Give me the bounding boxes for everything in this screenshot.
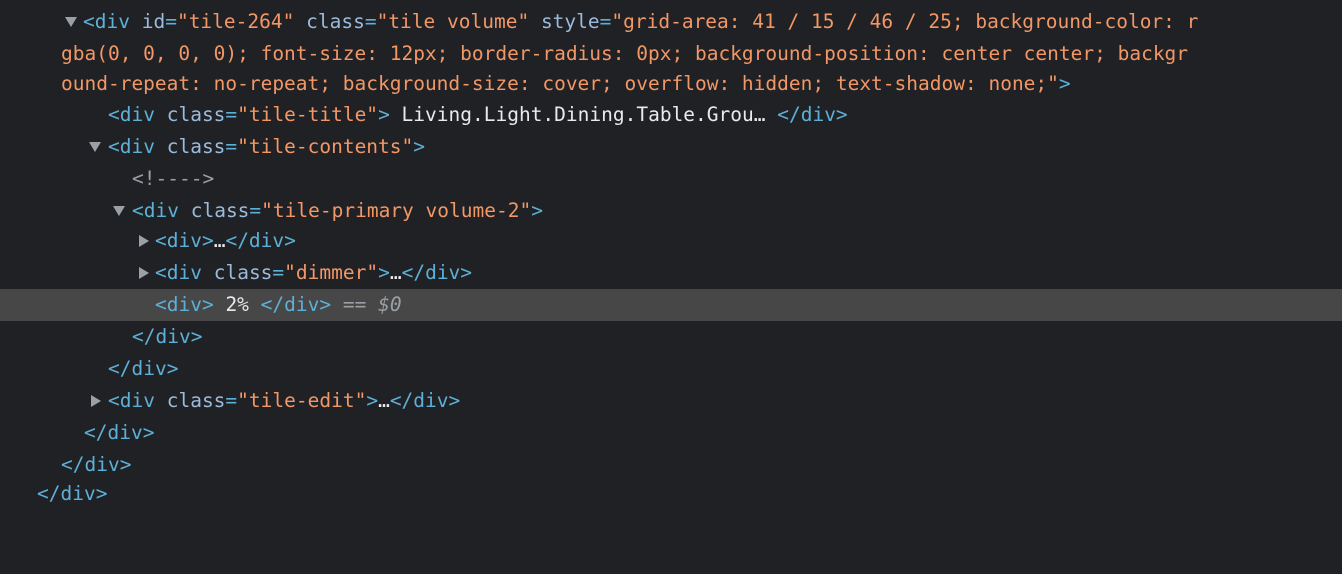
tree-node-selected[interactable]: <div> 2% </div> == $0 <box>0 289 1342 321</box>
attr-name-id: id <box>141 10 166 33</box>
closing-tag: </div> <box>389 389 461 412</box>
attr-value-class[interactable]: "dimmer" <box>284 261 378 284</box>
tag-open: <div <box>108 135 155 158</box>
attr-value-class[interactable]: "tile-primary volume-2" <box>261 199 531 222</box>
tree-node-close-tile-primary[interactable]: </div> <box>0 321 1342 353</box>
attr-value-class[interactable]: "tile-edit" <box>237 389 366 412</box>
tag-close-bracket: > <box>531 199 543 222</box>
closing-tag: </div> <box>132 325 203 348</box>
tag-open: <div <box>83 10 130 33</box>
attr-name-class: class <box>213 261 273 284</box>
tag-open: <div> <box>155 229 214 252</box>
tag-close-bracket: > <box>366 389 379 412</box>
closing-tag: </div> <box>84 421 155 444</box>
node-text[interactable]: Living.Light.Dining.Table.Grou… <box>390 103 777 126</box>
ellipsis[interactable]: … <box>390 261 402 284</box>
tree-node-tile-title[interactable]: <div class="tile-title"> Living.Light.Di… <box>0 99 1342 131</box>
tree-node-tile-contents[interactable]: <div class="tile-contents"> <box>0 131 1342 163</box>
tree-node-tile-edit[interactable]: <div class="tile-edit">…</div> <box>0 385 1342 417</box>
attr-value-class[interactable]: "tile-contents" <box>237 135 413 158</box>
tree-node-dimmer[interactable]: <div class="dimmer">…</div> <box>0 257 1342 289</box>
attr-name-class: class <box>166 389 226 412</box>
expand-triangle-icon[interactable] <box>113 206 125 216</box>
tree-node-close-partial[interactable]: </div> <box>0 478 1342 510</box>
tree-node-close-tile-contents[interactable]: </div> <box>0 353 1342 385</box>
ellipsis[interactable]: … <box>378 389 390 412</box>
tree-node-collapsed-div[interactable]: <div>…</div> <box>0 225 1342 257</box>
tag-open: <div <box>155 261 202 284</box>
attr-name-class: class <box>306 10 365 33</box>
elements-tree: <div id="tile-264" class="tile volume" s… <box>0 0 1342 505</box>
tag-close-bracket: > <box>413 135 426 158</box>
collapse-triangle-icon[interactable] <box>139 267 149 279</box>
collapse-triangle-icon[interactable] <box>139 235 149 247</box>
tag-open: <div> <box>155 293 214 316</box>
collapse-triangle-icon[interactable] <box>91 395 101 407</box>
tag-open: <div <box>108 103 155 126</box>
attr-name-class: class <box>166 135 226 158</box>
closing-tag: </div> <box>260 293 332 316</box>
attr-value-class[interactable]: "tile-title" <box>237 103 378 126</box>
tag-close-bracket: > <box>1058 72 1071 95</box>
closing-tag: </div> <box>108 357 179 380</box>
tag-open: <div <box>132 199 179 222</box>
attr-value-style-part1[interactable]: "grid-area: 41 / 15 / 46 / 25; backgroun… <box>611 10 1198 33</box>
attr-value-style-part2[interactable]: gba(0, 0, 0, 0); font-size: 12px; border… <box>61 42 1188 65</box>
attr-value-id[interactable]: "tile-264" <box>177 10 294 33</box>
selected-equals: == <box>331 293 379 316</box>
style-value-wrap-line: gba(0, 0, 0, 0); font-size: 12px; border… <box>0 38 1342 70</box>
tree-node-tile-primary[interactable]: <div class="tile-primary volume-2"> <box>0 195 1342 227</box>
html-comment: <!----> <box>132 167 215 190</box>
closing-tag: </div> <box>37 482 108 505</box>
expand-triangle-icon[interactable] <box>65 17 77 27</box>
closing-tag: </div> <box>61 453 132 476</box>
expand-triangle-icon[interactable] <box>89 142 101 152</box>
attr-value-style-part3[interactable]: ound-repeat: no-repeat; background-size:… <box>61 72 1059 95</box>
ellipsis[interactable]: … <box>214 229 226 252</box>
closing-tag: </div> <box>777 103 848 126</box>
console-ref: $0 <box>378 293 402 316</box>
node-text[interactable]: 2% <box>214 293 261 316</box>
tree-node-comment[interactable]: <!----> <box>0 163 1342 195</box>
tag-open: <div <box>108 389 155 412</box>
tag-close-bracket: > <box>378 103 390 126</box>
attr-value-class[interactable]: "tile volume" <box>377 10 530 33</box>
tag-close-bracket: > <box>378 261 390 284</box>
tree-node-close-outer[interactable]: </div> <box>0 449 1342 481</box>
closing-tag: </div> <box>225 229 296 252</box>
tree-node-tile-264[interactable]: <div id="tile-264" class="tile volume" s… <box>0 6 1342 38</box>
closing-tag: </div> <box>401 261 473 284</box>
tree-node-close-tile[interactable]: </div> <box>0 417 1342 449</box>
attr-name-class: class <box>190 199 250 222</box>
attr-name-class: class <box>166 103 226 126</box>
attr-name-style: style <box>540 10 600 33</box>
style-value-wrap-line: ound-repeat: no-repeat; background-size:… <box>0 68 1342 100</box>
